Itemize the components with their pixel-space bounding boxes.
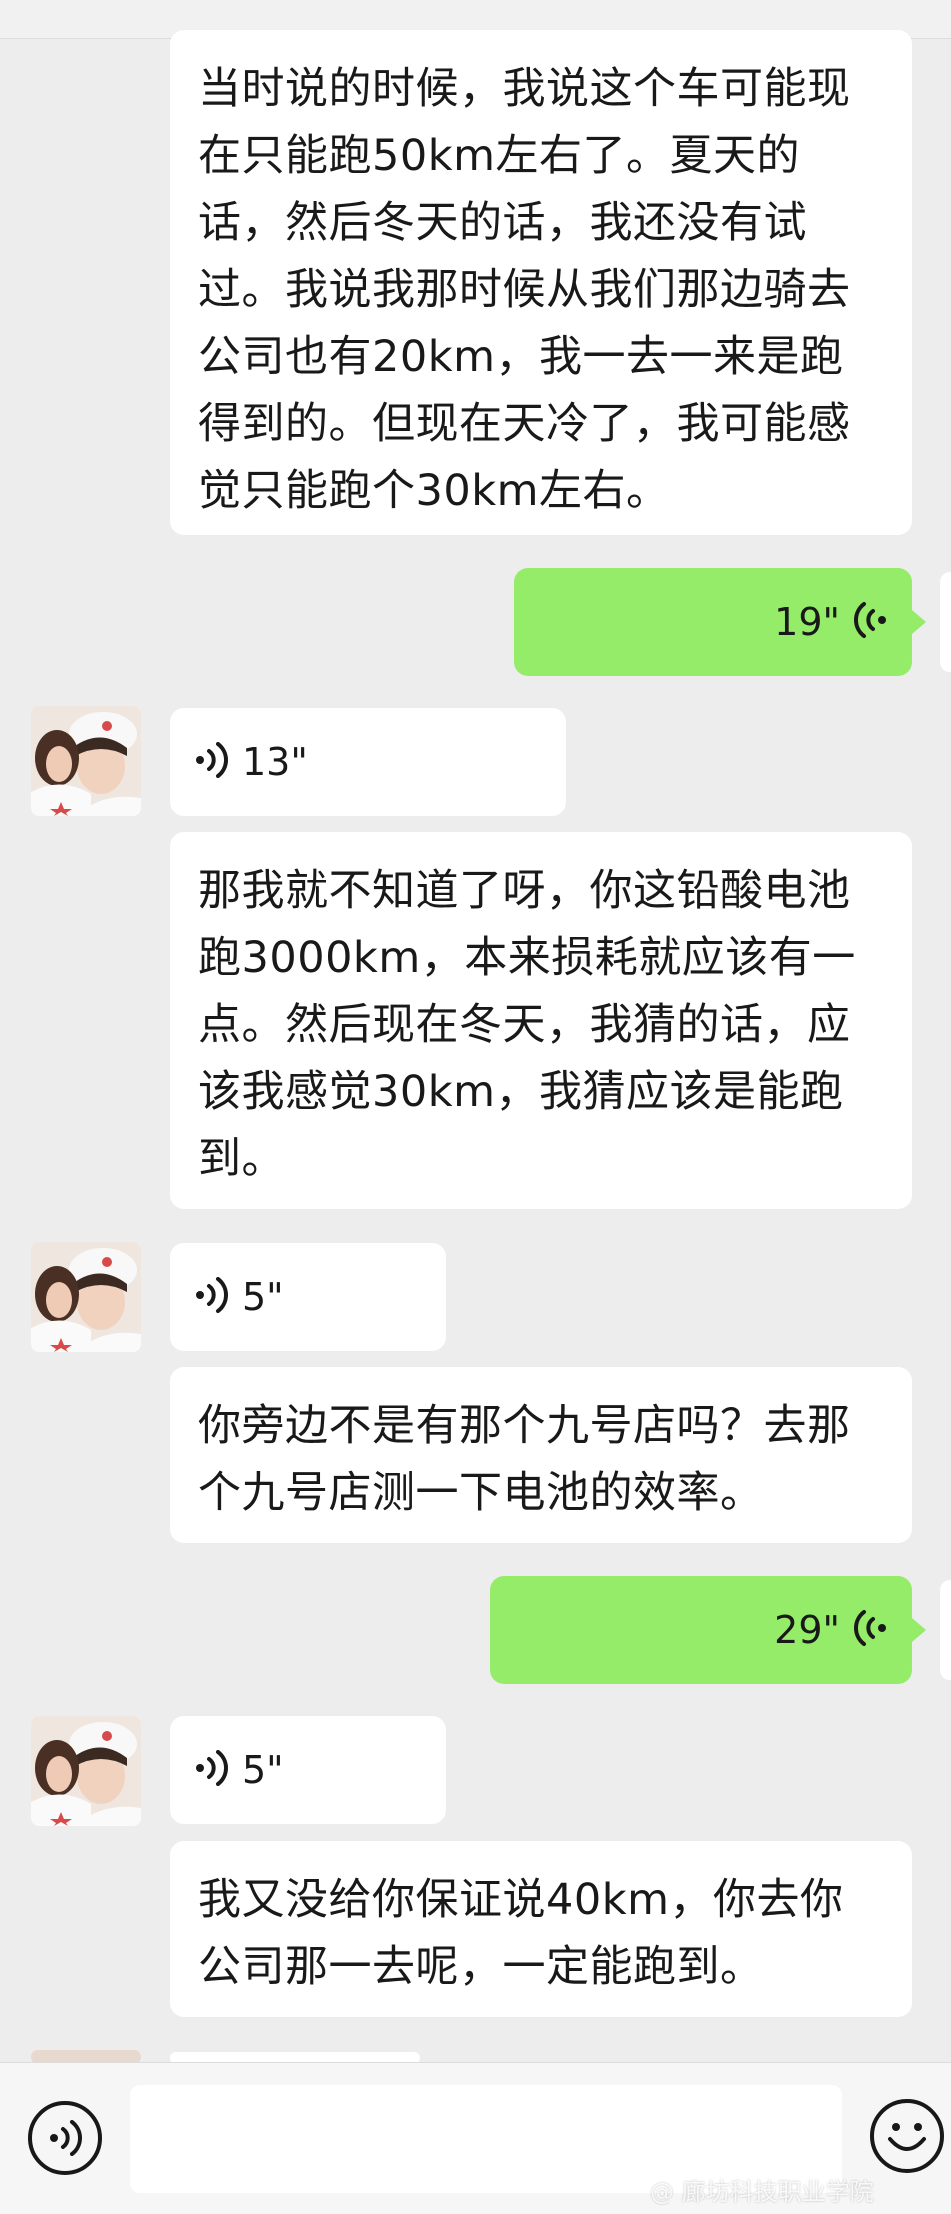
edge-card — [940, 572, 951, 672]
voice-wave-icon — [194, 1750, 228, 1790]
voice-duration: 5" — [242, 1275, 284, 1319]
voice-input-icon[interactable] — [28, 2101, 102, 2175]
message-text: 你旁边不是有那个九号店吗？去那个九号店测一下电池的效率。 — [198, 1401, 851, 1518]
bubble-tail — [912, 610, 926, 634]
voice-duration: 29" — [774, 1608, 840, 1652]
emoji-icon[interactable] — [870, 2099, 944, 2173]
received-text-message[interactable]: 那我就不知道了呀，你这铅酸电池跑3000km，本来损耗就应该有一点。然后现在冬天… — [170, 832, 912, 1209]
bubble-tail — [912, 1618, 926, 1642]
message-text: 那我就不知道了呀，你这铅酸电池跑3000km，本来损耗就应该有一点。然后现在冬天… — [198, 866, 856, 1184]
voice-duration: 19" — [774, 600, 840, 644]
sent-voice-message[interactable]: 19" — [514, 568, 912, 676]
watermark: @ 廊坊科技职业学院 — [650, 2178, 874, 2206]
received-voice-message[interactable]: 13" — [170, 708, 566, 816]
message-text: 我又没给你保证说40km，你去你公司那一去呢，一定能跑到。 — [198, 1875, 844, 1992]
received-text-message[interactable]: 当时说的时候，我说这个车可能现在只能跑50km左右了。夏天的话，然后冬天的话，我… — [170, 30, 912, 535]
sent-voice-message[interactable]: 29" — [490, 1576, 912, 1684]
voice-duration: 13" — [242, 740, 308, 784]
contact-avatar[interactable] — [31, 1242, 141, 1352]
voice-wave-icon — [854, 1610, 888, 1650]
voice-wave-icon — [854, 602, 888, 642]
received-voice-message[interactable]: 5" — [170, 1716, 446, 1824]
received-voice-message[interactable]: 5" — [170, 1243, 446, 1351]
received-text-message[interactable]: 你旁边不是有那个九号店吗？去那个九号店测一下电池的效率。 — [170, 1367, 912, 1543]
edge-card — [940, 1580, 951, 1680]
contact-avatar[interactable] — [31, 706, 141, 816]
message-text: 当时说的时候，我说这个车可能现在只能跑50km左右了。夏天的话，然后冬天的话，我… — [198, 64, 851, 516]
received-text-message[interactable]: 我又没给你保证说40km，你去你公司那一去呢，一定能跑到。 — [170, 1841, 912, 2017]
voice-wave-icon — [194, 1277, 228, 1317]
voice-duration: 5" — [242, 1748, 284, 1792]
contact-avatar[interactable] — [31, 1716, 141, 1826]
voice-wave-icon — [194, 742, 228, 782]
